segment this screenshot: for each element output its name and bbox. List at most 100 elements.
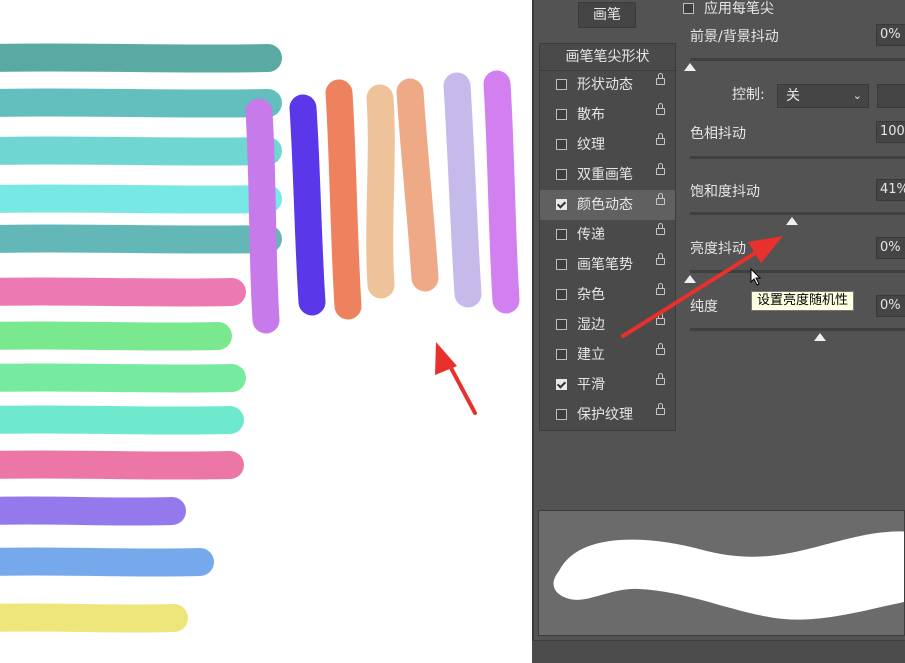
- control-select-value: 关: [786, 88, 800, 104]
- hue-jitter-label: 色相抖动: [690, 126, 746, 142]
- foreground-background-jitter-label: 前景/背景抖动: [690, 29, 779, 45]
- option-checkbox[interactable]: [556, 199, 567, 210]
- brush-tip-shape-item[interactable]: 画笔笔尖形状: [540, 44, 675, 71]
- saturation-jitter-input[interactable]: 41%: [876, 179, 905, 201]
- brightness-jitter-thumb[interactable]: [684, 275, 696, 283]
- lock-icon[interactable]: [656, 133, 665, 145]
- brush-option-item[interactable]: 画笔笔势: [540, 250, 675, 280]
- option-checkbox[interactable]: [556, 409, 567, 420]
- option-label: 形状动态: [577, 77, 633, 93]
- purity-label: 纯度: [690, 299, 718, 315]
- control-label: 控制:: [732, 87, 765, 103]
- vertical-paint-stroke: [366, 84, 395, 299]
- option-label: 颜色动态: [577, 197, 633, 213]
- lock-icon[interactable]: [656, 283, 665, 295]
- lock-icon[interactable]: [656, 163, 665, 175]
- option-label: 双重画笔: [577, 167, 633, 183]
- option-label: 纹理: [577, 137, 605, 153]
- saturation-jitter-slider[interactable]: [690, 212, 905, 215]
- panel-footer: [532, 640, 905, 663]
- hue-jitter-slider[interactable]: [690, 156, 905, 159]
- foreground-background-jitter-slider[interactable]: [690, 58, 905, 61]
- option-label: 平滑: [577, 377, 605, 393]
- lock-icon[interactable]: [656, 103, 665, 115]
- saturation-jitter-thumb[interactable]: [786, 217, 798, 225]
- tooltip: 设置亮度随机性: [751, 291, 855, 311]
- option-checkbox[interactable]: [556, 319, 567, 330]
- option-checkbox[interactable]: [556, 139, 567, 150]
- horizontal-paint-stroke: [0, 450, 244, 480]
- option-checkbox[interactable]: [556, 379, 567, 390]
- brush-option-item[interactable]: 纹理: [540, 130, 675, 160]
- foreground-background-jitter-input[interactable]: 0%: [876, 24, 905, 46]
- purity-slider[interactable]: [690, 328, 905, 331]
- option-label: 杂色: [577, 287, 605, 303]
- lock-icon[interactable]: [656, 73, 665, 85]
- brush-stroke-preview: [538, 510, 905, 636]
- lock-icon[interactable]: [656, 193, 665, 205]
- brush-option-item[interactable]: 湿边: [540, 310, 675, 340]
- foreground-background-jitter-thumb[interactable]: [684, 63, 696, 71]
- preview-stroke-shape: [553, 531, 904, 620]
- brightness-jitter-slider[interactable]: [690, 270, 905, 273]
- horizontal-paint-stroke: [0, 321, 232, 351]
- horizontal-paint-stroke: [0, 363, 246, 393]
- horizontal-paint-stroke: [0, 43, 282, 73]
- option-checkbox[interactable]: [556, 109, 567, 120]
- vertical-paint-stroke: [483, 70, 520, 314]
- panel-divider: [532, 0, 534, 662]
- lock-icon[interactable]: [656, 253, 665, 265]
- option-checkbox[interactable]: [556, 79, 567, 90]
- purity-thumb[interactable]: [814, 333, 826, 341]
- apply-per-tip-checkbox[interactable]: [683, 3, 694, 14]
- lock-icon[interactable]: [656, 313, 665, 325]
- brightness-jitter-label: 亮度抖动: [690, 241, 746, 257]
- horizontal-paint-stroke: [0, 547, 214, 577]
- option-checkbox[interactable]: [556, 169, 567, 180]
- brightness-jitter-input[interactable]: 0%: [876, 237, 905, 259]
- saturation-jitter-label: 饱和度抖动: [690, 184, 760, 200]
- control-select[interactable]: 关 ⌄: [777, 84, 869, 108]
- horizontal-paint-stroke: [0, 405, 244, 435]
- horizontal-paint-stroke: [0, 88, 282, 118]
- brush-tab-button[interactable]: 画笔: [578, 2, 636, 28]
- purity-input[interactable]: 0%: [876, 295, 905, 317]
- vertical-paint-stroke: [245, 98, 280, 334]
- brush-option-item[interactable]: 散布: [540, 100, 675, 130]
- vertical-paint-stroke: [396, 78, 439, 292]
- brush-option-item[interactable]: 平滑: [540, 370, 675, 400]
- option-label: 保护纹理: [577, 407, 633, 423]
- horizontal-paint-stroke: [0, 277, 246, 307]
- vertical-paint-stroke: [443, 72, 482, 308]
- lock-icon[interactable]: [656, 403, 665, 415]
- horizontal-paint-stroke: [0, 184, 282, 214]
- horizontal-paint-stroke: [0, 496, 186, 526]
- brush-settings-panel: 画笔 应用每笔尖 画笔笔尖形状 形状动态 散布 纹理 双重画笔 颜色动态 传递 画笔笔势 杂色…: [532, 0, 905, 663]
- brush-option-item[interactable]: 形状动态: [540, 70, 675, 100]
- option-label: 散布: [577, 107, 605, 123]
- mouse-cursor-icon: [750, 268, 762, 286]
- option-checkbox[interactable]: [556, 349, 567, 360]
- option-checkbox[interactable]: [556, 289, 567, 300]
- drawing-canvas[interactable]: [0, 0, 532, 662]
- option-label: 传递: [577, 227, 605, 243]
- horizontal-paint-stroke: [0, 224, 282, 254]
- brush-option-item[interactable]: 建立: [540, 340, 675, 370]
- brush-option-item[interactable]: 双重画笔: [540, 160, 675, 190]
- brush-option-item[interactable]: 传递: [540, 220, 675, 250]
- brush-options-list: 画笔笔尖形状 形状动态散布纹理双重画笔颜色动态传递画笔笔势杂色湿边建立平滑保护纹…: [539, 43, 676, 431]
- lock-icon[interactable]: [656, 373, 665, 385]
- brush-option-item[interactable]: 保护纹理: [540, 400, 675, 430]
- brush-option-item[interactable]: 杂色: [540, 280, 675, 310]
- option-label: 画笔笔势: [577, 257, 633, 273]
- brush-option-item[interactable]: 颜色动态: [540, 190, 675, 220]
- chevron-down-icon: ⌄: [852, 89, 862, 102]
- option-checkbox[interactable]: [556, 229, 567, 240]
- option-checkbox[interactable]: [556, 259, 567, 270]
- lock-icon[interactable]: [656, 343, 665, 355]
- vertical-paint-stroke: [325, 79, 362, 320]
- lock-icon[interactable]: [656, 223, 665, 235]
- control-secondary-field[interactable]: [877, 84, 905, 108]
- option-label: 湿边: [577, 317, 605, 333]
- hue-jitter-input[interactable]: 100%: [876, 121, 905, 143]
